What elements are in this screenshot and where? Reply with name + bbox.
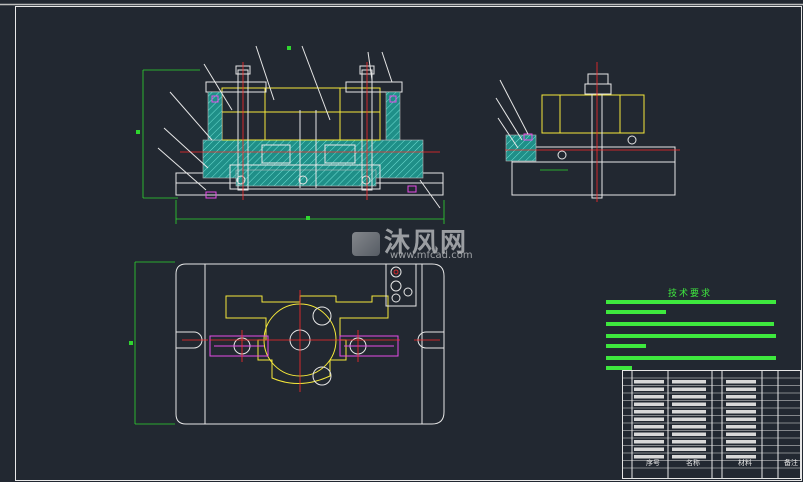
table-cell-text bbox=[634, 410, 664, 414]
tech-requirements-lines bbox=[606, 300, 776, 370]
table-cell-text bbox=[672, 440, 706, 444]
header-name: 名称 bbox=[686, 459, 700, 467]
table-cell-text bbox=[726, 395, 756, 399]
table-cell-text bbox=[672, 447, 706, 451]
table-cell-text bbox=[672, 410, 706, 414]
table-cell-text bbox=[672, 387, 706, 391]
table-cell-text bbox=[726, 387, 756, 391]
table-cell-text bbox=[672, 417, 706, 421]
table-cell-text bbox=[634, 447, 664, 451]
mf-logo-icon bbox=[352, 231, 380, 256]
parts-table-header: 序号 名称 材料 备注 bbox=[624, 458, 800, 470]
table-cell-text bbox=[634, 395, 664, 399]
tech-requirements-title: 技术要求 bbox=[668, 289, 713, 299]
watermark-url: www.mfcad.com bbox=[390, 250, 473, 261]
side-view bbox=[495, 62, 680, 202]
top-view bbox=[129, 261, 445, 425]
table-cell-text bbox=[634, 387, 664, 391]
table-cell-text bbox=[726, 402, 756, 406]
table-cell-text bbox=[634, 432, 664, 436]
front-view bbox=[136, 45, 445, 224]
table-cell-text bbox=[634, 402, 664, 406]
table-cell-text bbox=[634, 417, 664, 421]
table-cell-text bbox=[672, 432, 706, 436]
table-cell-text bbox=[726, 425, 756, 429]
header-material: 材料 bbox=[738, 459, 752, 467]
table-cell-text bbox=[672, 395, 706, 399]
table-cell-text bbox=[726, 417, 756, 421]
table-cell-text bbox=[672, 402, 706, 406]
table-cell-text bbox=[726, 440, 756, 444]
table-cell-text bbox=[726, 432, 756, 436]
table-cell-text bbox=[634, 425, 664, 429]
table-cell-text bbox=[672, 425, 706, 429]
header-remark: 备注 bbox=[784, 459, 798, 467]
table-cell-text bbox=[726, 447, 756, 451]
table-cell-text bbox=[672, 380, 706, 384]
table-cell-text bbox=[726, 380, 756, 384]
header-index: 序号 bbox=[646, 459, 660, 467]
table-cell-text bbox=[634, 380, 664, 384]
table-cell-text bbox=[726, 410, 756, 414]
table-cell-text bbox=[634, 440, 664, 444]
